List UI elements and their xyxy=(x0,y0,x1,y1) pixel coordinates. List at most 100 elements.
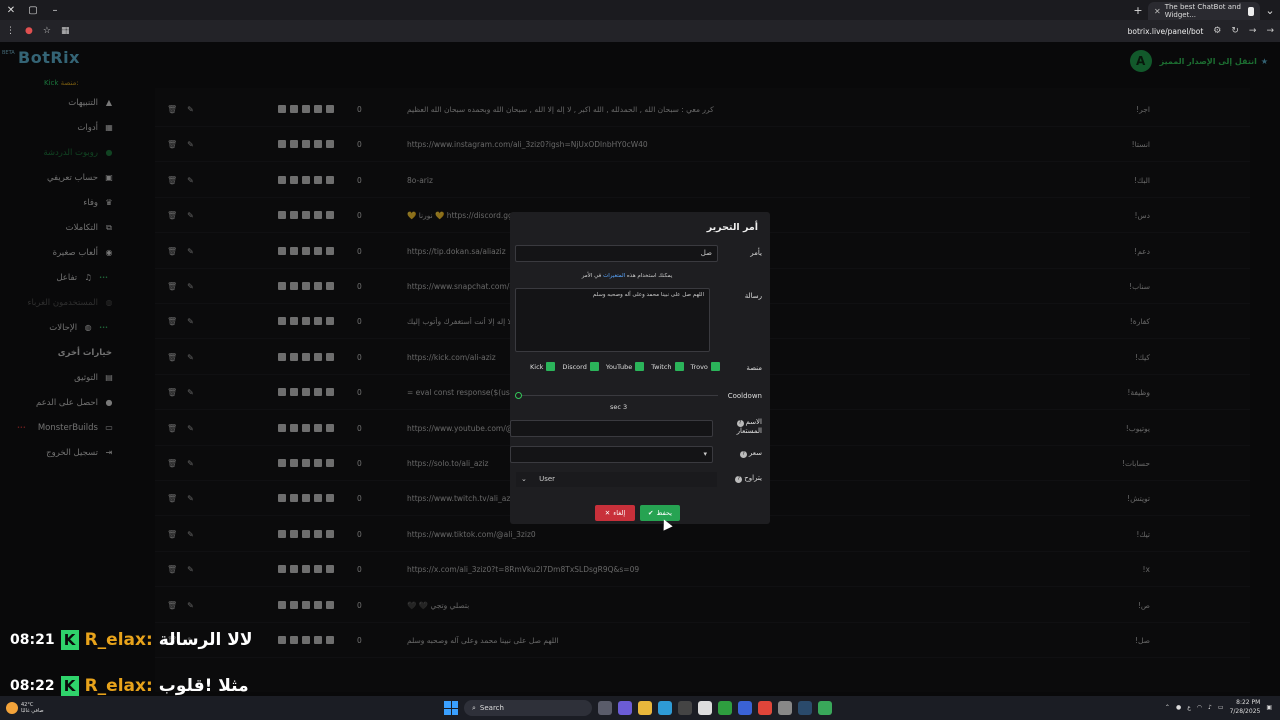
variables-link[interactable]: المتغيرات xyxy=(603,273,625,279)
menu-dots-icon[interactable]: ⋮ xyxy=(6,26,15,36)
price-label-text: سعر xyxy=(748,449,762,457)
botrix-favicon-icon xyxy=(1247,6,1254,16)
weather-desc: صافي غالبًا xyxy=(21,708,44,714)
sun-icon xyxy=(6,702,18,714)
variables-hint: يمكنك استخدام هذه المتغيرات في الأمر xyxy=(510,273,744,279)
back-icon[interactable]: → xyxy=(1266,26,1274,36)
chrome-profile-icon[interactable] xyxy=(818,701,832,715)
kick-logo-icon: K xyxy=(60,676,79,696)
modal-title: أمر التحرير xyxy=(706,222,758,233)
bookmark-star-icon[interactable]: ☆ xyxy=(43,26,51,36)
save-button[interactable]: ✔ يحفظ xyxy=(640,505,680,521)
tab-title: The best ChatBot and Widget... xyxy=(1164,3,1241,19)
cancel-label: إلغاء xyxy=(613,509,626,517)
site-settings-icon[interactable]: ⚙ xyxy=(1213,26,1221,36)
chat-text: لالا الرسالة xyxy=(158,630,253,650)
permission-value: User xyxy=(539,475,556,483)
close-icon: ✕ xyxy=(604,509,611,517)
search-label: Search xyxy=(479,704,504,712)
close-window-icon[interactable]: ✕ xyxy=(0,0,22,20)
wifi-icon[interactable]: ◠ xyxy=(1197,704,1202,711)
chat-time: 08:21 xyxy=(10,632,55,648)
message-textarea[interactable]: اللهم صل على نبينا محمد وعلى آله وصحبه و… xyxy=(515,288,710,352)
battery-icon[interactable]: ▭ xyxy=(1218,704,1224,711)
platform-youtube-label: YouTube xyxy=(605,362,633,371)
browser-tab[interactable]: ✕ The best ChatBot and Widget... xyxy=(1148,2,1260,20)
platform-trovo-checkbox[interactable] xyxy=(710,362,720,371)
edge-icon[interactable] xyxy=(658,701,672,715)
kick-logo-icon: K xyxy=(60,630,79,650)
platform-trovo-label: Trovo xyxy=(690,362,708,371)
command-input[interactable]: صل xyxy=(515,245,718,262)
cooldown-label: Cooldown xyxy=(727,392,762,400)
taskbar-search[interactable]: ⌕ Search xyxy=(464,700,592,716)
notifications-icon[interactable]: ▣ xyxy=(1266,704,1272,711)
permission-select[interactable]: ⌄ User xyxy=(515,471,718,488)
camera-icon[interactable] xyxy=(678,701,692,715)
command-label: يأمر xyxy=(750,249,762,257)
teams-icon[interactable] xyxy=(618,701,632,715)
platform-checkboxes: Kick Discord YouTube Twitch Trovo xyxy=(530,362,724,371)
store-icon[interactable] xyxy=(698,701,712,715)
edit-command-modal: أمر التحرير يأمر صل يمكنك استخدام هذه ال… xyxy=(510,212,770,524)
tab-menu-icon[interactable]: ⌄ xyxy=(1260,4,1280,17)
chat-user: R_elax: xyxy=(84,676,153,696)
save-label: يحفظ xyxy=(656,509,672,517)
platform-twitch-label: Twitch xyxy=(651,362,672,371)
settings-icon[interactable] xyxy=(778,701,792,715)
steam-icon[interactable] xyxy=(798,701,812,715)
new-tab-button[interactable]: + xyxy=(1128,4,1148,17)
xbox-icon[interactable] xyxy=(718,701,732,715)
browser-tab-bar: ✕ ▢ – + ✕ The best ChatBot and Widget...… xyxy=(0,0,1280,20)
platform-kick-checkbox[interactable] xyxy=(546,362,556,371)
minimize-icon[interactable]: – xyxy=(44,0,66,20)
platform-twitch-checkbox[interactable] xyxy=(674,362,684,371)
address-bar: ⋮ ● ☆ ▦ botrix.live/panel/bot ⚙ ↻ → → xyxy=(0,20,1280,42)
cooldown-slider[interactable] xyxy=(515,392,718,399)
chat-user: R_elax: xyxy=(84,630,153,650)
price-label: ? سعر xyxy=(739,449,762,458)
taskbar: 42°C صافي غالبًا ⌕ Search ⌃ ● ع ◠ ♪ ▭ 8:2… xyxy=(0,696,1280,720)
clock-date: 7/28/2025 xyxy=(1229,708,1261,715)
platform-kick-label: Kick xyxy=(530,362,544,371)
platform-label: منصة xyxy=(746,364,762,372)
help-icon[interactable]: ? xyxy=(736,420,744,427)
weather-widget[interactable]: 42°C صافي غالبًا xyxy=(0,702,44,714)
volume-icon[interactable]: ♪ xyxy=(1208,704,1212,711)
help-icon[interactable]: ? xyxy=(735,476,743,483)
message-label: رسالة xyxy=(744,292,762,300)
shield-icon[interactable]: ● xyxy=(25,26,33,36)
alias-input[interactable] xyxy=(510,420,713,437)
reload-icon[interactable]: ↻ xyxy=(1231,26,1239,36)
alias-label: ? الاسم المستعار xyxy=(722,418,762,435)
url-field[interactable]: botrix.live/panel/bot xyxy=(1128,27,1204,36)
forward-icon[interactable]: → xyxy=(1249,26,1257,36)
slider-handle[interactable] xyxy=(515,392,522,399)
task-view-icon[interactable] xyxy=(598,701,612,715)
cancel-button[interactable]: ✕ إلغاء xyxy=(595,505,635,521)
platform-discord-checkbox[interactable] xyxy=(589,362,599,371)
clock-time: 8:22 PM xyxy=(1236,699,1261,706)
maximize-icon[interactable]: ▢ xyxy=(22,0,44,20)
search-icon: ⌕ xyxy=(472,703,476,712)
extensions-icon[interactable]: ▦ xyxy=(61,26,70,36)
platform-youtube-checkbox[interactable] xyxy=(635,362,645,371)
mic-icon[interactable]: ● xyxy=(1176,704,1181,711)
chat-message: 08:21 K R_elax: لالا الرسالة xyxy=(10,630,253,650)
hint-prefix: يمكنك استخدام هذه xyxy=(626,273,673,279)
close-tab-icon[interactable]: ✕ xyxy=(1154,7,1161,16)
chevron-up-icon[interactable]: ⌃ xyxy=(1165,704,1170,711)
check-icon: ✔ xyxy=(648,509,654,517)
permission-label-text: يتراوح xyxy=(744,474,762,482)
system-tray: ⌃ ● ع ◠ ♪ ▭ 8:22 PM 7/28/2025 ▣ xyxy=(1165,698,1272,716)
help-icon[interactable]: ? xyxy=(739,451,747,458)
chrome-icon[interactable] xyxy=(758,701,772,715)
language-indicator[interactable]: ع xyxy=(1187,704,1191,711)
price-input[interactable]: ▾ xyxy=(510,446,713,463)
file-explorer-icon[interactable] xyxy=(638,701,652,715)
windows-start-icon[interactable] xyxy=(444,701,458,715)
vscode-icon[interactable] xyxy=(738,701,752,715)
clock[interactable]: 8:22 PM 7/28/2025 xyxy=(1230,698,1261,716)
permission-label: ? يتراوح xyxy=(735,474,762,483)
cooldown-value: sec 3 xyxy=(610,403,628,411)
